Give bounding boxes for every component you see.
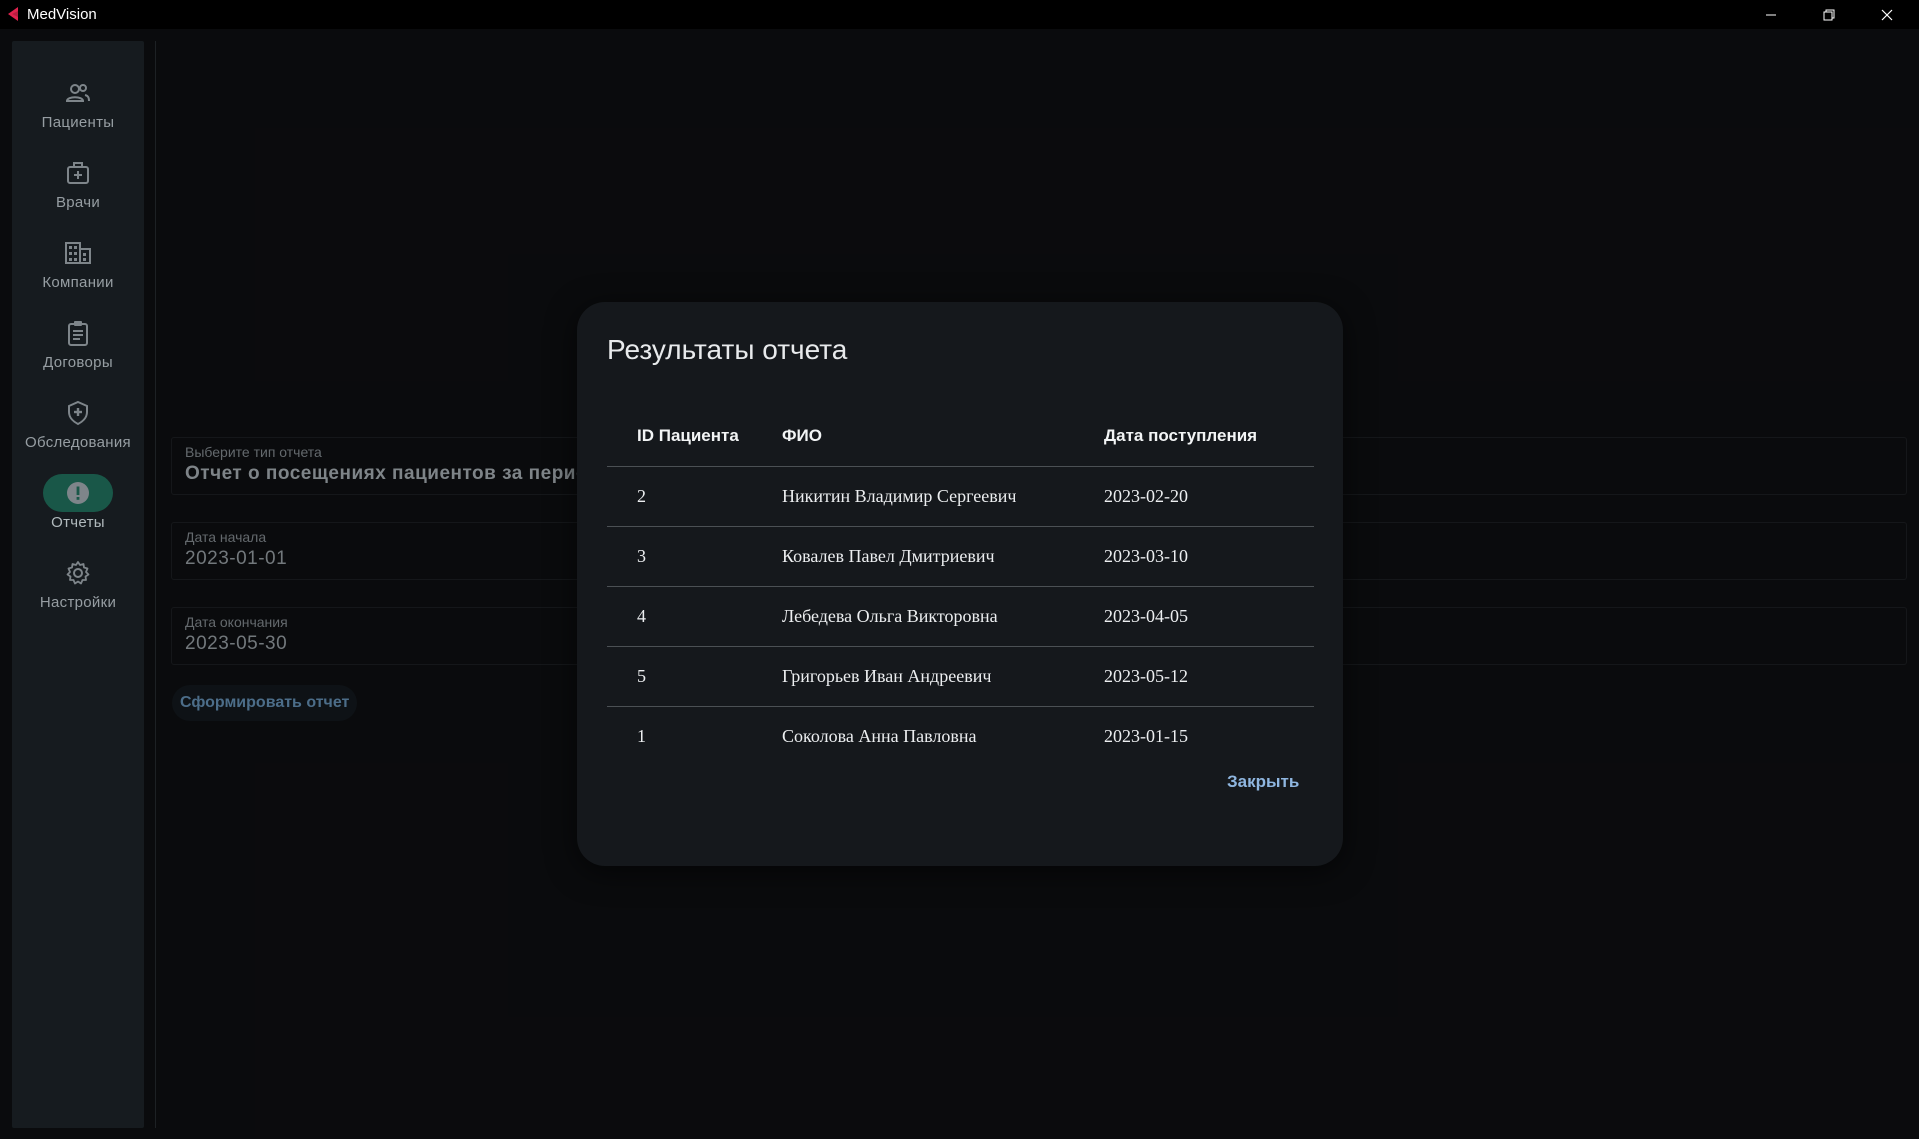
table-row: 4 Лебедева Ольга Викторовна 2023-04-05: [607, 586, 1314, 647]
cell-id: 1: [637, 725, 646, 746]
table-row: 5 Григорьев Иван Андреевич 2023-05-12: [607, 646, 1314, 707]
cell-date: 2023-02-20: [1103, 466, 1314, 527]
cell-id: 5: [607, 646, 781, 707]
table-row: 2 Никитин Владимир Сергеевич 2023-02-20: [607, 466, 1314, 527]
column-header-id: ID Пациента: [607, 406, 781, 467]
restore-icon: [1823, 9, 1835, 20]
column-header-date: Дата поступления: [1103, 406, 1314, 467]
close-dialog-button[interactable]: Закрыть: [1227, 772, 1299, 792]
cell-name: Никитин Владимир Сергеевич: [781, 466, 1103, 527]
cell-date: 2023-03-10: [1103, 526, 1314, 587]
cell-name: Лебедева Ольга Викторовна: [781, 586, 1103, 647]
cell-date: 2023-05-12: [1103, 646, 1314, 707]
cell-id: 2: [607, 466, 781, 527]
cell-date: 2023-01-15: [1104, 725, 1188, 746]
cell-name: Григорьев Иван Андреевич: [781, 646, 1103, 707]
app-logo-icon: [8, 7, 18, 21]
close-icon: [1881, 9, 1893, 20]
cell-id: 3: [607, 526, 781, 587]
table-row: 1 Соколова Анна Павловна 2023-01-15: [607, 706, 1314, 766]
minimize-icon: [1766, 14, 1776, 15]
cell-name: Ковалев Павел Дмитриевич: [781, 526, 1103, 587]
cell-name: Соколова Анна Павловна: [782, 725, 977, 746]
cell-id: 4: [607, 586, 781, 647]
results-table: ID Пациента ФИО Дата поступления 2 Никит…: [607, 406, 1314, 766]
close-window-button[interactable]: [1858, 0, 1916, 29]
restore-button[interactable]: [1800, 0, 1858, 29]
window-title: MedVision: [27, 6, 97, 23]
table-row: 3 Ковалев Павел Дмитриевич 2023-03-10: [607, 526, 1314, 587]
report-results-dialog: Результаты отчета ID Пациента ФИО Дата п…: [577, 302, 1343, 866]
window-titlebar: MedVision: [0, 0, 1919, 29]
cell-date: 2023-04-05: [1103, 586, 1314, 647]
minimize-button[interactable]: [1742, 0, 1800, 29]
column-header-name: ФИО: [781, 406, 1103, 467]
table-header-row: ID Пациента ФИО Дата поступления: [607, 406, 1314, 467]
app-content: Пациенты Врачи Компании Договоры Обследо…: [0, 29, 1919, 1139]
dialog-title: Результаты отчета: [607, 334, 848, 365]
